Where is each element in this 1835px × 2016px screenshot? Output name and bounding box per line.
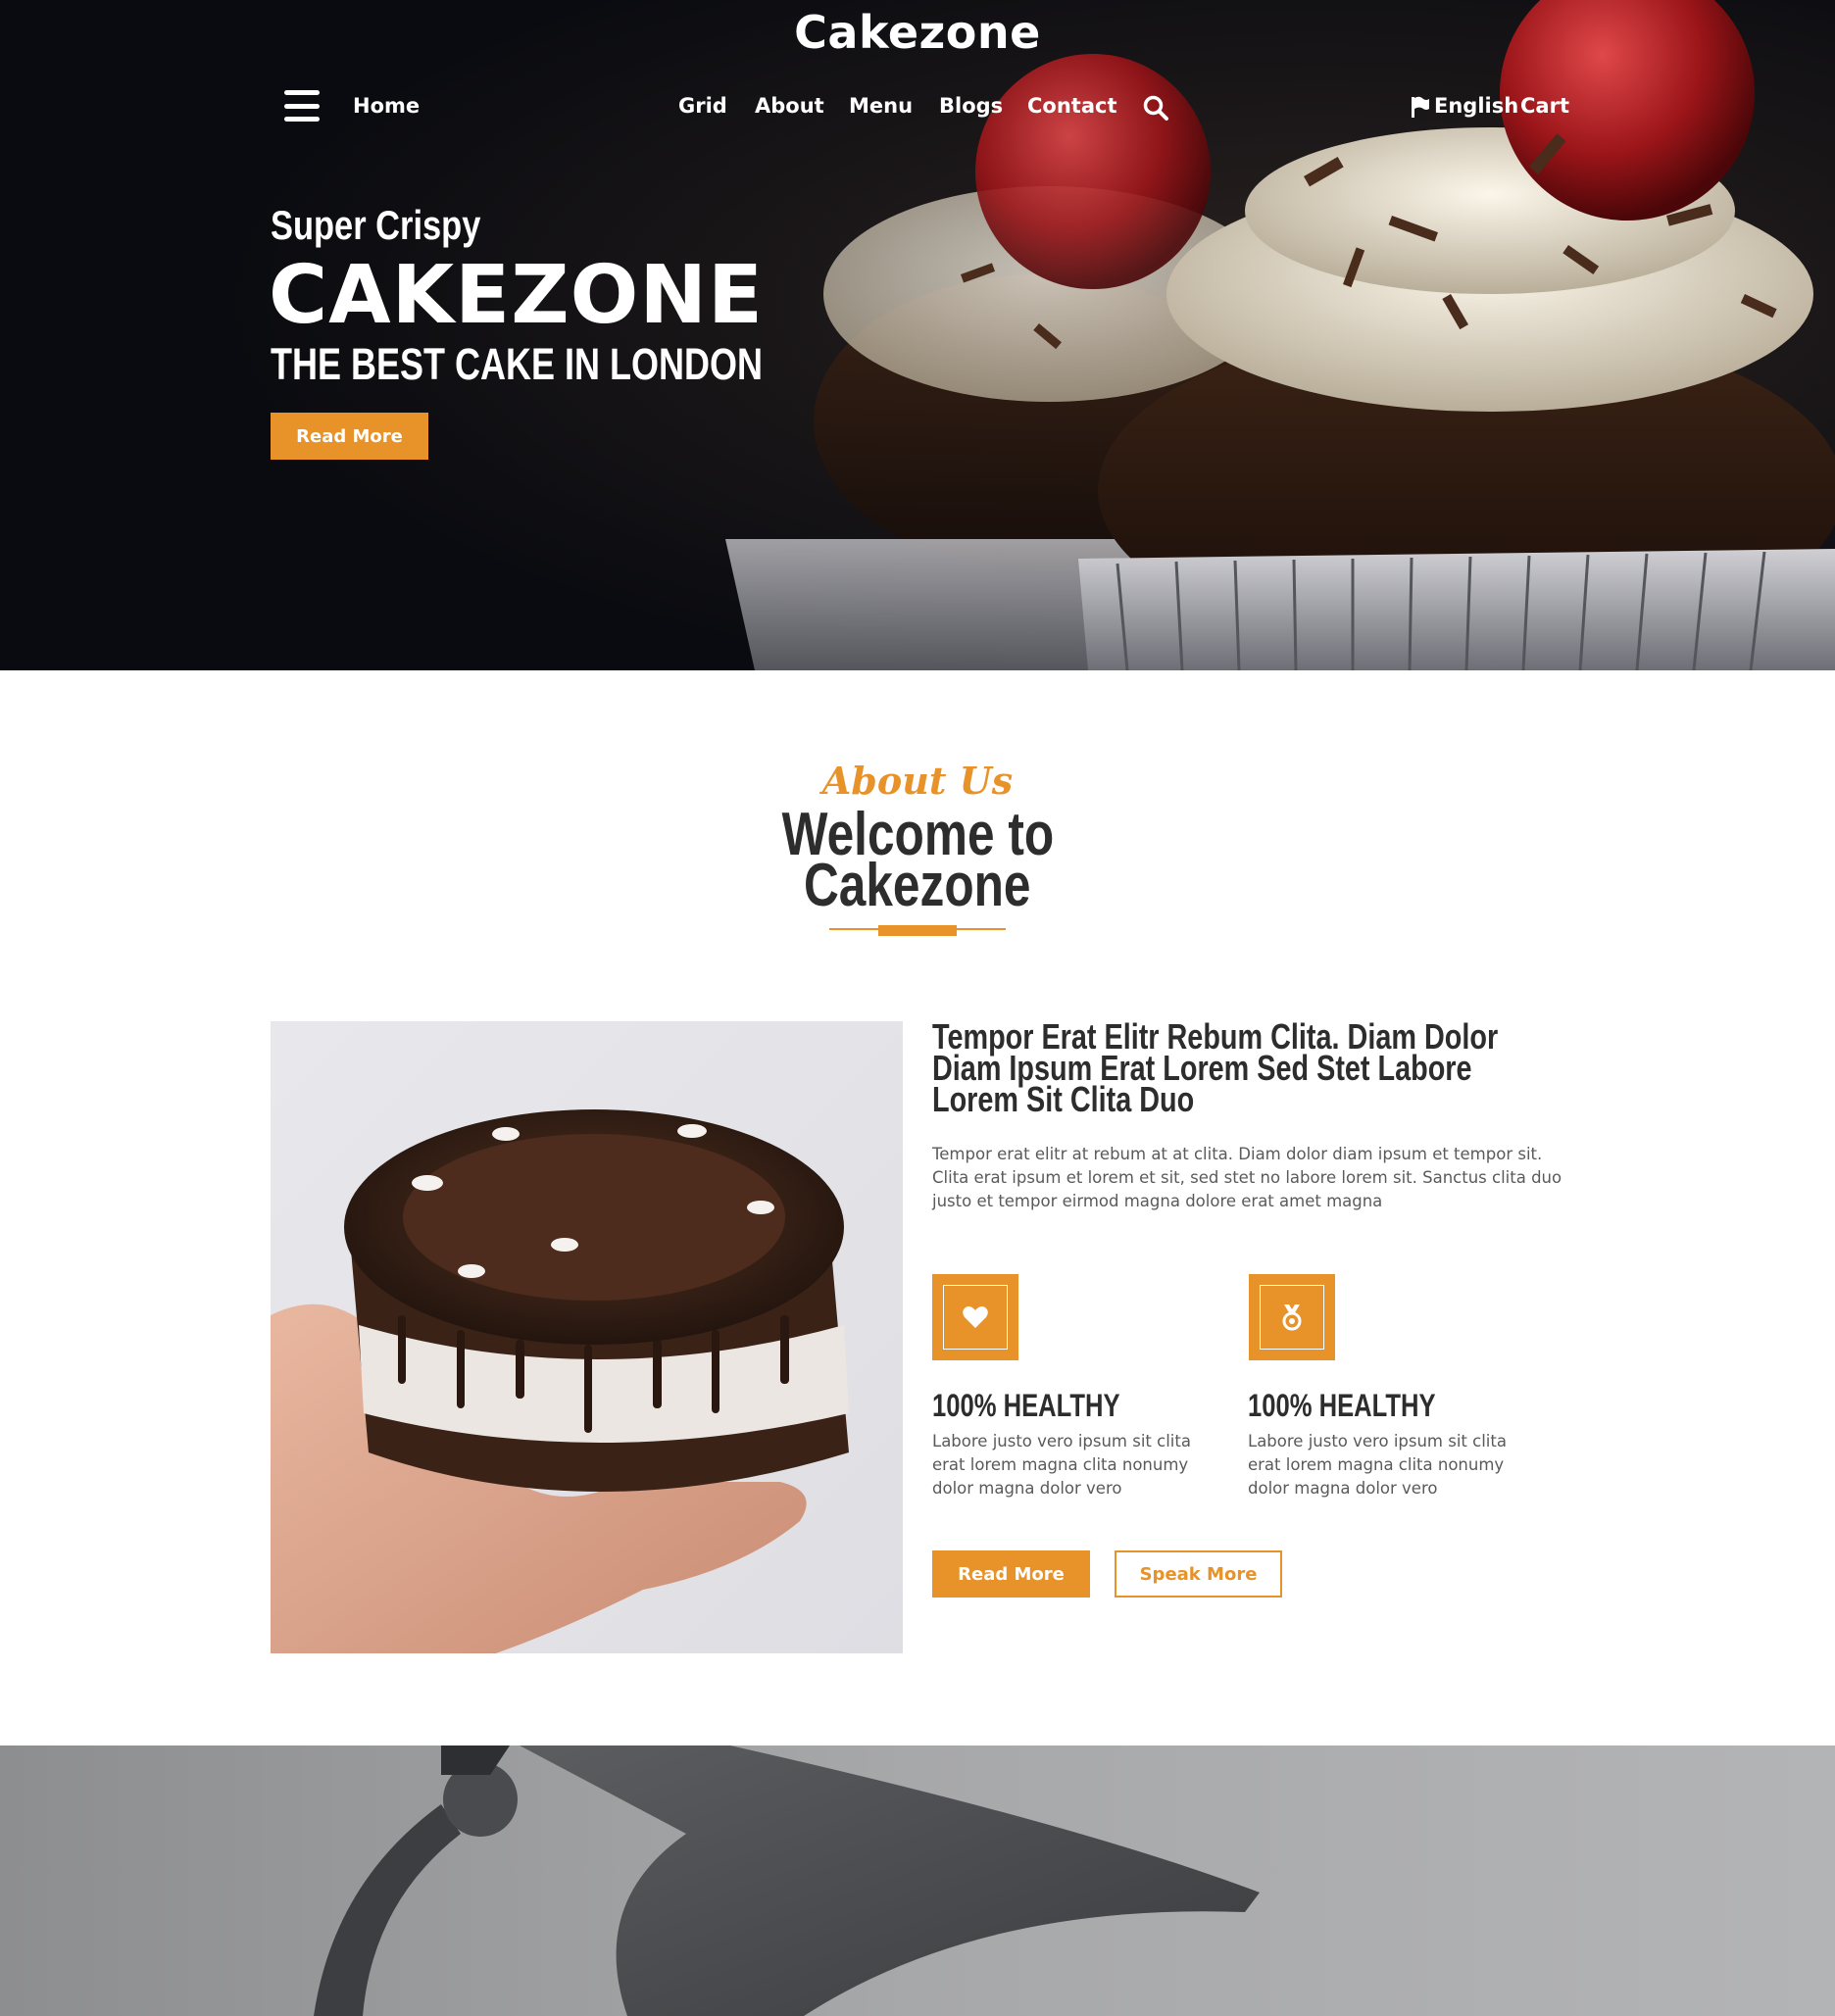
lamp-image — [0, 1746, 1835, 2016]
hero-title: CAKEZONE — [269, 249, 765, 342]
award-icon — [1282, 1304, 1302, 1331]
about-title: Welcome to Cakezone — [0, 805, 1835, 919]
flag-icon — [1412, 96, 1429, 118]
heart-icon — [963, 1306, 988, 1328]
feature-text-2: Labore justo vero ipsum sit clita erat l… — [1248, 1432, 1507, 1498]
hero-read-more-button[interactable]: Read More — [271, 413, 428, 460]
about-kicker: About Us — [821, 759, 1014, 803]
about-heading: Tempor Erat Elitr Rebum Clita. Diam Dolo… — [932, 1016, 1499, 1119]
nav-about[interactable]: About — [755, 94, 824, 118]
cake-photo — [271, 1021, 903, 1653]
hero-kicker: Super Crispy — [271, 202, 481, 248]
feature-text-1: Labore justo vero ipsum sit clita erat l… — [932, 1432, 1191, 1498]
feature-icon-box-2 — [1249, 1274, 1335, 1360]
hamburger-menu-icon[interactable] — [284, 90, 320, 122]
nav-grid[interactable]: Grid — [678, 94, 727, 118]
speak-more-button[interactable]: Speak More — [1115, 1550, 1282, 1598]
nav-blogs[interactable]: Blogs — [939, 94, 1003, 118]
feature-title-2: 100% HEALTHY — [1248, 1388, 1436, 1423]
nav-cart[interactable]: Cart — [1520, 94, 1569, 118]
nav-menu[interactable]: Menu — [849, 94, 913, 118]
about-body: Tempor erat elitr at rebum at at clita. … — [932, 1145, 1562, 1210]
about-read-more-button[interactable]: Read More — [932, 1550, 1090, 1598]
hero-subtitle: THE BEST CAKE IN LONDON — [271, 339, 764, 389]
hero-banner: Cakezone Home Grid About Menu Blogs Cont… — [0, 0, 1835, 670]
feature-title-1: 100% HEALTHY — [932, 1388, 1120, 1423]
nav-contact[interactable]: Contact — [1027, 94, 1117, 118]
lamp-image-band — [0, 1746, 1835, 2016]
about-title-line2: Cakezone — [804, 852, 1031, 919]
search-icon[interactable] — [1142, 94, 1169, 122]
nav-home[interactable]: Home — [353, 94, 420, 118]
feature-icon-box-1 — [932, 1274, 1018, 1360]
language-selector[interactable]: English — [1434, 94, 1518, 118]
site-logo[interactable]: Cakezone — [0, 6, 1835, 59]
title-divider-accent — [878, 925, 957, 936]
